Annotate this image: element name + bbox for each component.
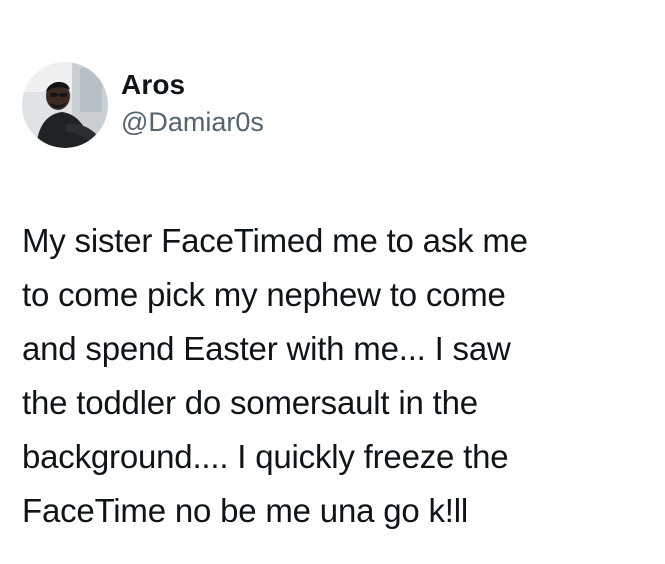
user-handle[interactable]: @Damiar0s [121,105,264,140]
tweet-text-line: the toddler do somersault in the [22,384,478,421]
avatar-photo-icon [22,62,108,148]
tweet-card: Aros @Damiar0s My sister FaceTimed me to… [0,0,665,564]
tweet-header: Aros @Damiar0s [22,60,642,150]
user-names: Aros @Damiar0s [121,62,264,148]
tweet-text-line: My sister FaceTimed me to ask me [22,222,528,259]
tweet-text-line: FaceTime no be me una go k!ll [22,492,469,529]
avatar[interactable] [22,62,108,148]
tweet-text-line: to come pick my nephew to come [22,276,506,313]
tweet-text-line: and spend Easter with me... I saw [22,330,511,367]
tweet-text: My sister FaceTimed me to ask me to come… [22,214,650,538]
display-name[interactable]: Aros [121,69,264,101]
tweet-text-line: background.... I quickly freeze the [22,438,509,475]
